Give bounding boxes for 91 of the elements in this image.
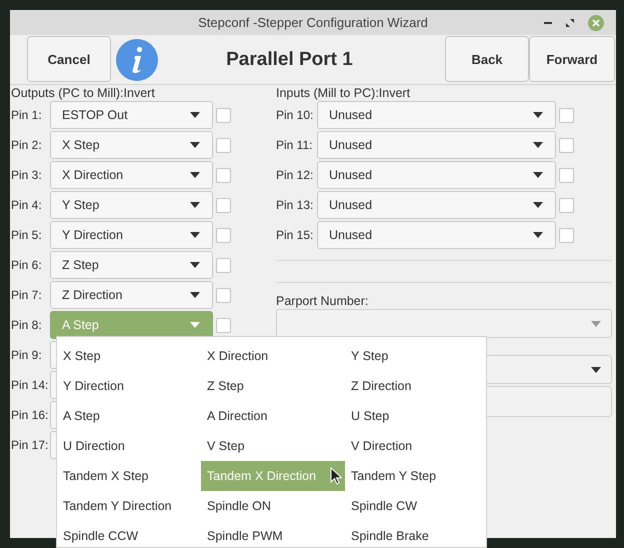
- pin-label: Pin 2:: [11, 138, 43, 152]
- pin-label: Pin 17:: [11, 438, 50, 452]
- dropdown-arrow-icon: [533, 232, 543, 238]
- invert-checkbox[interactable]: [559, 108, 574, 122]
- invert-checkbox[interactable]: [216, 318, 231, 332]
- menu-item[interactable]: V Direction: [345, 431, 486, 461]
- dropdown-arrow-icon: [533, 112, 543, 118]
- menu-item[interactable]: X Step: [57, 341, 201, 371]
- pin-dropdown[interactable]: X Step: [50, 131, 213, 159]
- menu-item[interactable]: U Step: [345, 401, 486, 431]
- forward-button[interactable]: Forward: [529, 36, 615, 82]
- pin-dropdown[interactable]: Unused: [317, 101, 556, 129]
- menu-item[interactable]: A Direction: [201, 401, 345, 431]
- pin-dropdown[interactable]: ESTOP Out: [50, 101, 213, 129]
- dropdown-arrow-icon: [190, 232, 200, 238]
- info-icon: [116, 39, 158, 81]
- invert-checkbox[interactable]: [216, 138, 231, 152]
- page-title: Parallel Port 1: [225, 49, 354, 71]
- menu-item[interactable]: V Step: [201, 431, 345, 461]
- maximize-icon[interactable]: [566, 18, 574, 26]
- pin-dropdown[interactable]: Y Step: [50, 191, 213, 219]
- invert-checkbox[interactable]: [559, 168, 574, 182]
- pin-label: Pin 14:: [11, 378, 50, 392]
- dropdown-arrow-icon: [190, 112, 200, 118]
- invert-checkbox[interactable]: [216, 228, 231, 242]
- pin-dropdown[interactable]: Y Direction: [50, 221, 213, 249]
- menu-item[interactable]: Z Step: [201, 371, 345, 401]
- dropdown-arrow-icon: [591, 366, 601, 372]
- dropdown-arrow-icon: [190, 322, 200, 328]
- parport-label: Parport Number:: [276, 294, 370, 308]
- pin-label: Pin 7:: [11, 288, 43, 302]
- dropdown-arrow-icon: [591, 320, 601, 326]
- menu-item[interactable]: U Direction: [57, 431, 201, 461]
- invert-checkbox[interactable]: [216, 198, 231, 212]
- menu-item[interactable]: Spindle CCW: [57, 521, 201, 547]
- section-label: Outputs (PC to Mill):Invert: [11, 86, 156, 100]
- dropdown-arrow-icon: [190, 202, 200, 208]
- menu-item[interactable]: Tandem X Step: [57, 461, 201, 491]
- minimize-icon[interactable]: [544, 22, 552, 24]
- pin-label: Pin 1:: [11, 108, 43, 122]
- menu-item[interactable]: Spindle PWM: [201, 521, 345, 547]
- pin-label: Pin 8:: [11, 318, 43, 332]
- dropdown-arrow-icon: [533, 202, 543, 208]
- dropdown-arrow-icon: [533, 142, 543, 148]
- menu-item[interactable]: Tandem Y Direction: [57, 491, 201, 521]
- pin-dropdown[interactable]: Z Step: [50, 251, 213, 279]
- pin-label: Pin 12:: [276, 168, 314, 182]
- pin-label: Pin 10:: [276, 108, 314, 122]
- mouse-cursor-icon: [330, 467, 342, 485]
- pin-label: Pin 13:: [276, 198, 314, 212]
- pin-dropdown[interactable]: Unused: [317, 221, 556, 249]
- section-label: Inputs (Mill to PC):Invert: [276, 86, 412, 100]
- pin-label: Pin 11:: [276, 138, 314, 152]
- menu-item[interactable]: Y Step: [345, 341, 486, 371]
- pin-label: Pin 6:: [11, 258, 43, 272]
- dropdown-arrow-icon: [190, 262, 200, 268]
- pin-label: Pin 16:: [11, 408, 50, 422]
- pin-dropdown[interactable]: Z Direction: [50, 281, 213, 309]
- menu-item[interactable]: Tandem Y Step: [345, 461, 486, 491]
- window-title: Stepconf -Stepper Configuration Wizard: [198, 15, 428, 30]
- pin-label: Pin 15:: [276, 228, 314, 242]
- menu-item[interactable]: X Direction: [201, 341, 345, 371]
- invert-checkbox[interactable]: [216, 108, 231, 122]
- pin-label: Pin 5:: [11, 228, 43, 242]
- pin-dropdown[interactable]: Unused: [317, 191, 556, 219]
- invert-checkbox[interactable]: [216, 288, 231, 302]
- menu-item[interactable]: Spindle ON: [201, 491, 345, 521]
- pin-label: Pin 4:: [11, 198, 43, 212]
- menu-item[interactable]: Spindle Brake: [345, 521, 486, 547]
- menu-item[interactable]: Y Direction: [57, 371, 201, 401]
- invert-checkbox[interactable]: [216, 168, 231, 182]
- invert-checkbox[interactable]: [559, 138, 574, 152]
- menu-item[interactable]: Spindle CW: [345, 491, 486, 521]
- parport-dropdown[interactable]: [276, 309, 612, 338]
- pin-dropdown[interactable]: Unused: [317, 161, 556, 189]
- invert-checkbox[interactable]: [216, 258, 231, 272]
- menu-item[interactable]: A Step: [57, 401, 201, 431]
- pin-dropdown[interactable]: X Direction: [50, 161, 213, 189]
- menu-item[interactable]: Z Direction: [345, 371, 486, 401]
- back-button[interactable]: Back: [445, 36, 529, 82]
- close-icon[interactable]: [588, 14, 604, 30]
- pin-label: Pin 3:: [11, 168, 43, 182]
- invert-checkbox[interactable]: [559, 198, 574, 212]
- dropdown-arrow-icon: [533, 172, 543, 178]
- pin-label: Pin 9:: [11, 348, 43, 362]
- dropdown-arrow-icon: [190, 172, 200, 178]
- cancel-button[interactable]: Cancel: [27, 36, 111, 82]
- dropdown-arrow-icon: [190, 292, 200, 298]
- invert-checkbox[interactable]: [559, 228, 574, 242]
- dropdown-arrow-icon: [190, 142, 200, 148]
- pin-dropdown[interactable]: Unused: [317, 131, 556, 159]
